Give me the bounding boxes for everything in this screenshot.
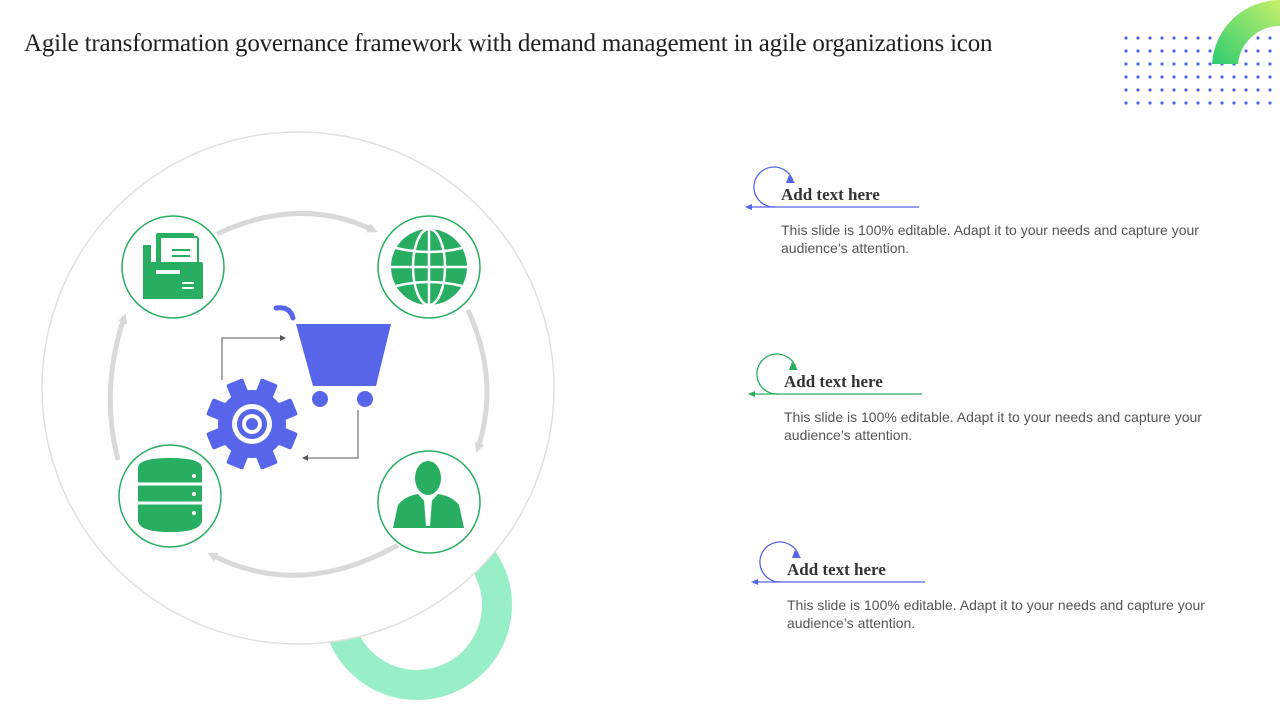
decor-dot — [1244, 88, 1248, 92]
decor-dot — [1244, 101, 1248, 105]
decor-dot — [1160, 101, 1164, 105]
decor-dot — [1184, 75, 1188, 79]
decor-dot — [1208, 75, 1212, 79]
demand-management-cycle-diagram — [41, 131, 555, 700]
decor-dot — [1196, 88, 1200, 92]
decor-dot — [1148, 101, 1152, 105]
item-body: This slide is 100% editable. Adapt it to… — [781, 222, 1199, 256]
decor-dot — [1160, 49, 1164, 53]
item-heading: Add text here — [781, 185, 880, 204]
decor-dot — [1160, 36, 1164, 40]
decor-dot — [1172, 88, 1176, 92]
decor-dot — [1172, 75, 1176, 79]
decor-dot — [1184, 62, 1188, 66]
decor-dot — [1148, 49, 1152, 53]
slide-title: Agile transformation governance framewor… — [24, 30, 993, 57]
decor-dot — [1172, 49, 1176, 53]
decor-dot — [1172, 62, 1176, 66]
decor-dot — [1208, 88, 1212, 92]
item-body: This slide is 100% editable. Adapt it to… — [784, 409, 1202, 443]
decor-dot — [1124, 75, 1128, 79]
businessman-icon — [377, 450, 481, 554]
item-heading: Add text here — [787, 560, 886, 579]
database-icon — [118, 444, 222, 548]
decor-dot — [1184, 49, 1188, 53]
decor-dot — [1172, 36, 1176, 40]
decor-dot — [1232, 101, 1236, 105]
decor-dot — [1124, 62, 1128, 66]
globe-icon — [377, 215, 481, 319]
decor-dot — [1220, 75, 1224, 79]
decor-dot — [1268, 101, 1272, 105]
decor-dot — [1124, 101, 1128, 105]
decor-dot — [1148, 36, 1152, 40]
decor-dot — [1136, 62, 1140, 66]
decor-dot — [1196, 75, 1200, 79]
decor-dot — [1268, 75, 1272, 79]
decor-dot — [1160, 88, 1164, 92]
decor-dot — [1148, 62, 1152, 66]
decor-dot — [1136, 88, 1140, 92]
decor-dot — [1220, 88, 1224, 92]
decor-dot — [1124, 88, 1128, 92]
decor-dot — [1220, 101, 1224, 105]
decor-dot — [1184, 101, 1188, 105]
decor-dot — [1268, 88, 1272, 92]
decor-dot — [1232, 75, 1236, 79]
green-arc-decoration — [1212, 0, 1280, 64]
decor-dot — [1136, 101, 1140, 105]
outer-circle — [41, 131, 555, 645]
decor-dot — [1244, 75, 1248, 79]
decor-dot — [1232, 88, 1236, 92]
decor-dot — [1136, 75, 1140, 79]
decor-dot — [1124, 49, 1128, 53]
decor-dot — [1256, 88, 1260, 92]
decor-dot — [1136, 49, 1140, 53]
decor-dot — [1148, 88, 1152, 92]
decor-dot — [1148, 75, 1152, 79]
decor-dot — [1124, 36, 1128, 40]
decor-dot — [1256, 75, 1260, 79]
decor-dot — [1256, 101, 1260, 105]
decor-dot — [1136, 36, 1140, 40]
decor-dot — [1160, 75, 1164, 79]
folder-documents-icon — [121, 215, 225, 319]
decor-dot — [1160, 62, 1164, 66]
decor-dot — [1196, 101, 1200, 105]
item-heading: Add text here — [784, 372, 883, 391]
decor-dot — [1208, 101, 1212, 105]
decor-dot — [1184, 88, 1188, 92]
decor-dot — [1184, 36, 1188, 40]
item-body: This slide is 100% editable. Adapt it to… — [787, 597, 1205, 631]
decor-dot — [1172, 101, 1176, 105]
